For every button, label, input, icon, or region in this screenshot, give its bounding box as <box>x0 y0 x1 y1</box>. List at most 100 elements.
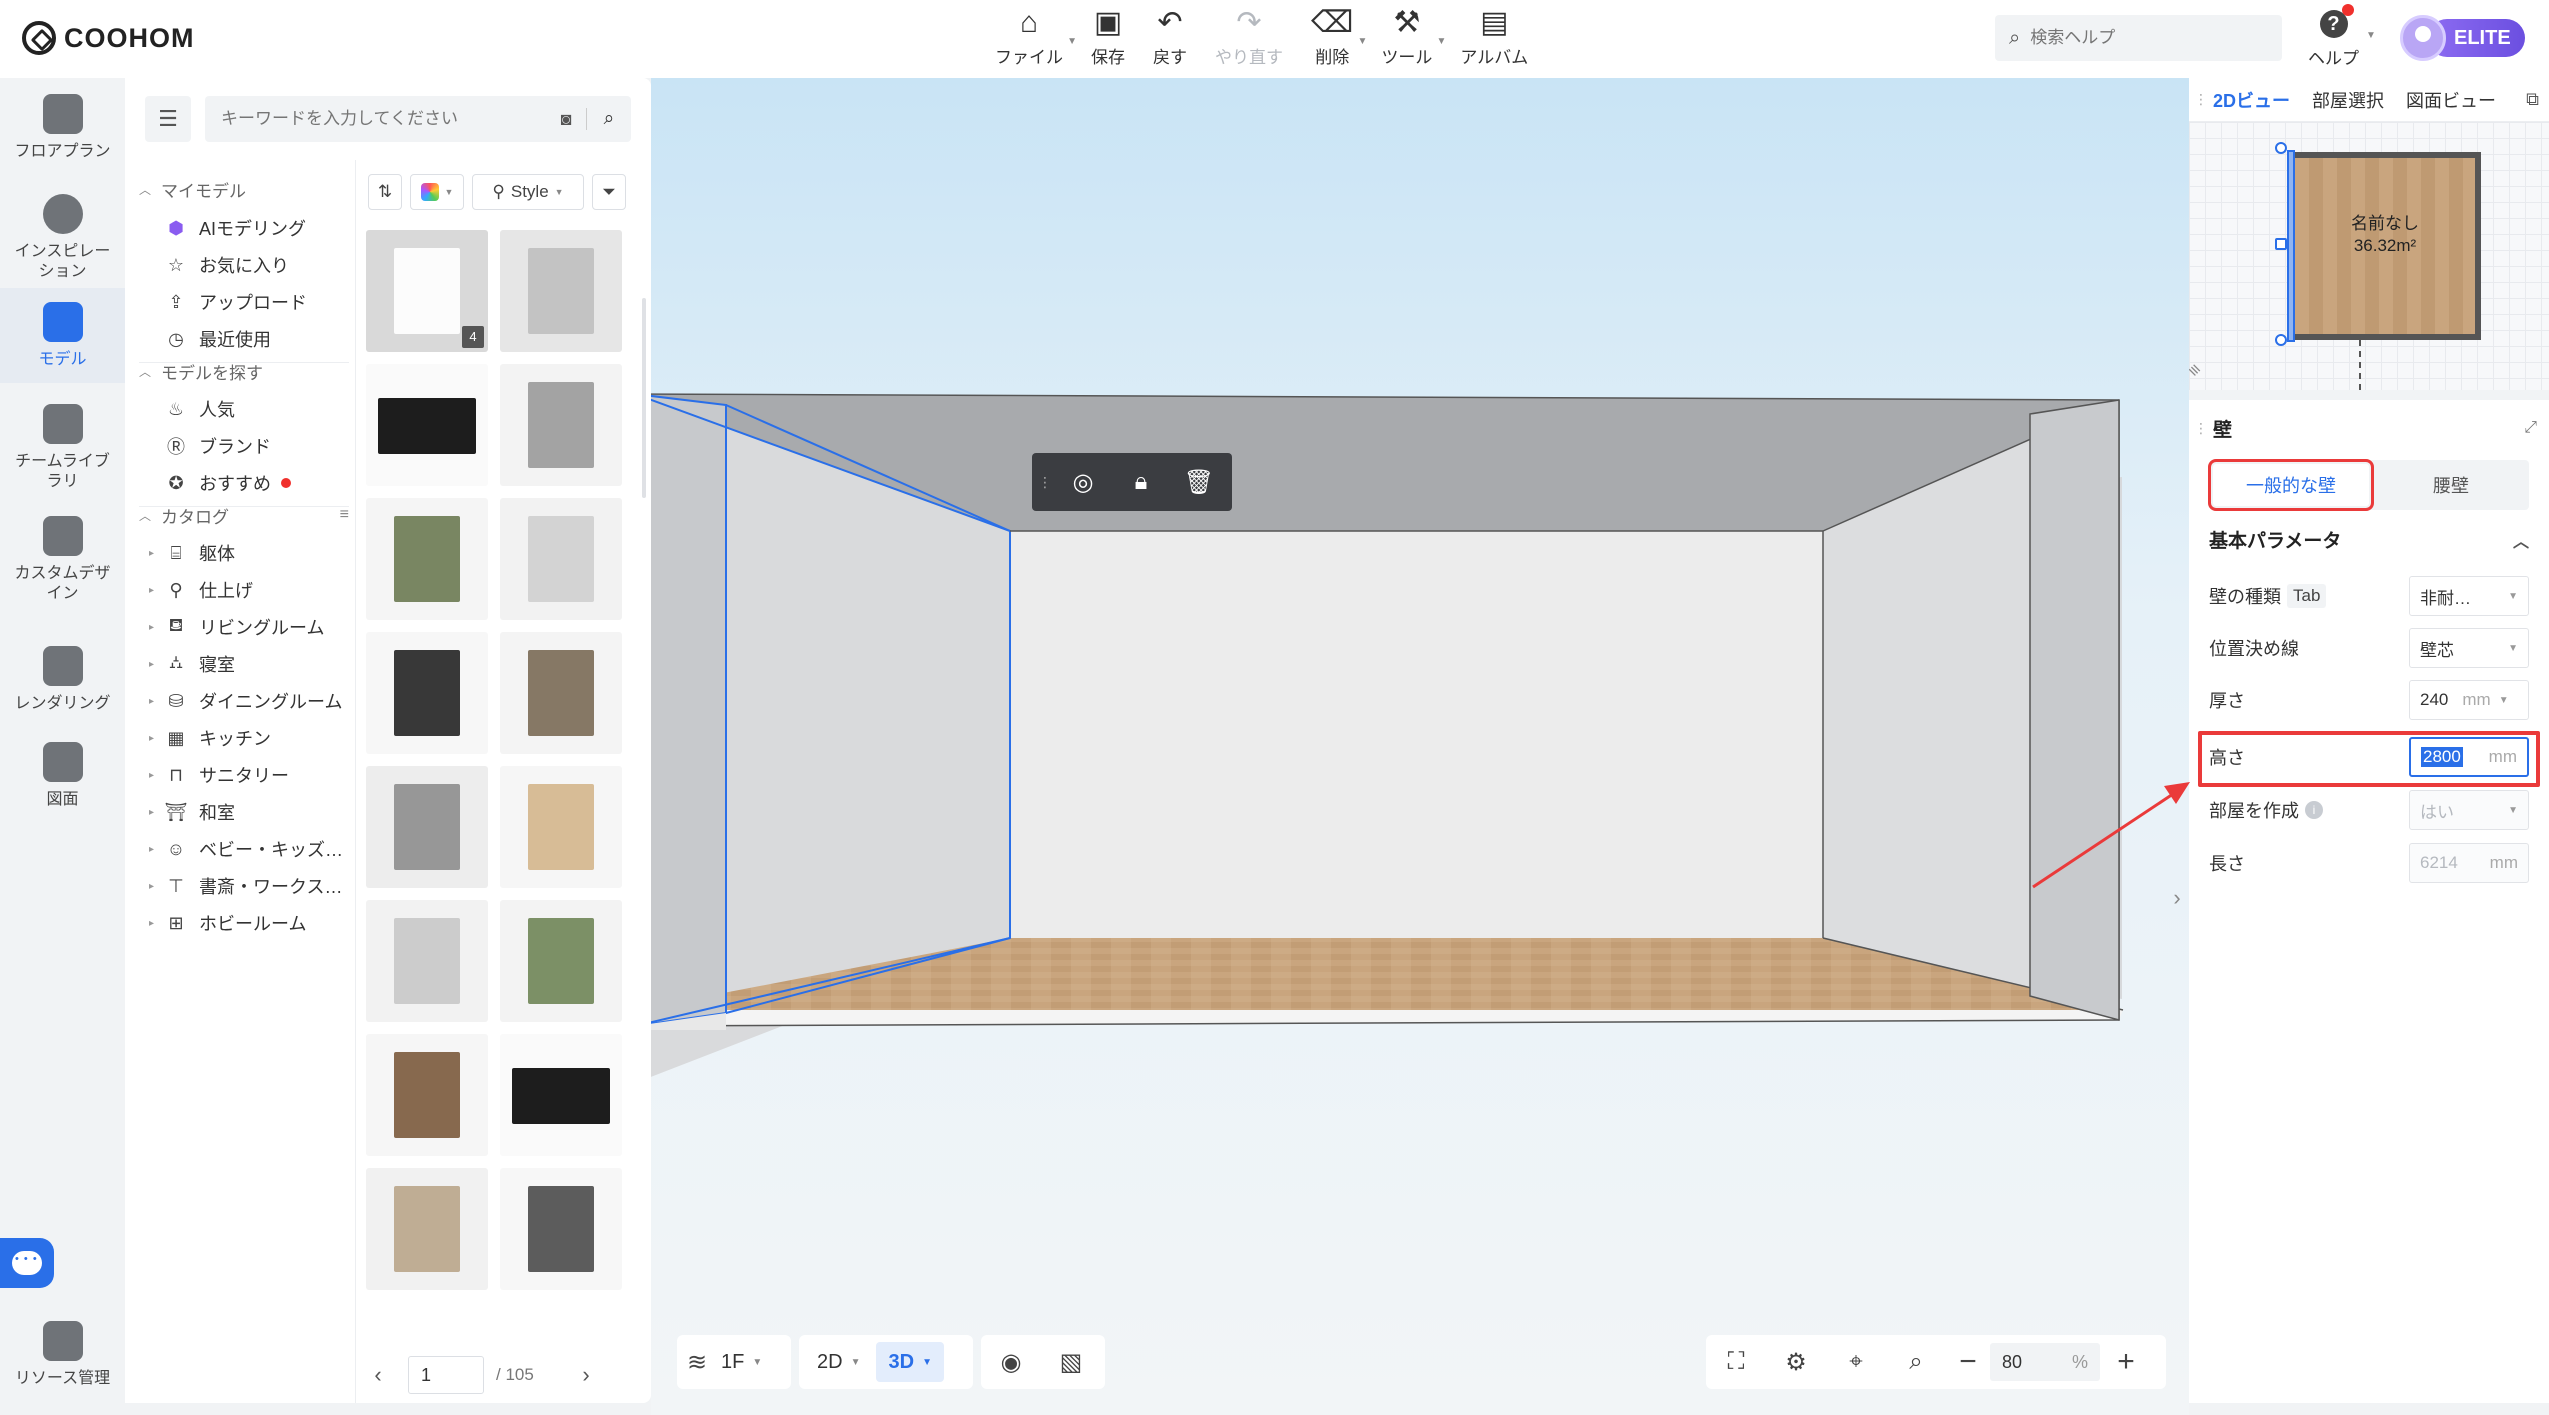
delete-button[interactable]: ⌫ 削除 ▼ <box>1311 7 1367 68</box>
segment-waist-wall[interactable]: 腰壁 <box>2373 460 2529 510</box>
chevron-down-icon[interactable]: ▼ <box>2366 30 2376 41</box>
lock-icon[interactable]: 🔒︎ <box>1112 468 1170 496</box>
save-button[interactable]: ▣ 保存 <box>1091 7 1125 68</box>
minimap-room[interactable]: 名前なし 36.32m² <box>2287 150 2481 342</box>
model-thumbnail[interactable] <box>500 1034 622 1156</box>
tree-item-kitchen[interactable]: ▸ ▦ キッチン <box>149 722 353 754</box>
tree-item-bedroom[interactable]: ▸ ⛼ 寝室 <box>149 648 353 680</box>
tree-item-ai-modeling[interactable]: ⬢ AIモデリング <box>163 212 353 244</box>
collapse-panel-button[interactable]: ☰ <box>145 96 191 142</box>
wall-endpoint-handle[interactable] <box>2275 142 2287 154</box>
model-thumbnail[interactable] <box>500 498 622 620</box>
wall-mid-handle[interactable] <box>2275 238 2287 250</box>
drag-handle-icon[interactable]: ⋮ <box>2189 420 2213 437</box>
nav-resource-management[interactable]: リソース管理 <box>0 1313 125 1408</box>
model-thumbnail[interactable]: 4 <box>366 230 488 352</box>
model-thumbnail[interactable] <box>366 632 488 754</box>
section-catalog[interactable]: ︿ カタログ ≡ <box>139 500 349 530</box>
catalog-settings-icon[interactable]: ≡ <box>340 506 349 524</box>
tree-item-recommended[interactable]: ✪ おすすめ <box>163 467 353 499</box>
avatar[interactable] <box>2400 15 2446 61</box>
sort-button[interactable]: ⇅ <box>368 174 402 210</box>
chevron-left-icon[interactable]: ‹ <box>358 1362 398 1388</box>
zoom-out-icon[interactable]: − <box>1946 1345 1990 1379</box>
room-3d-scene[interactable] <box>651 78 2189 1415</box>
model-thumbnail[interactable] <box>366 1034 488 1156</box>
expand-icon[interactable]: ⤢ <box>2524 419 2537 437</box>
wall-endpoint-handle[interactable] <box>2275 334 2287 346</box>
tree-item-recent[interactable]: ◷ 最近使用 <box>163 323 353 355</box>
nav-team-library[interactable]: チームライブラリ <box>0 396 125 506</box>
style-filter[interactable]: ⚲ Style ▼ <box>472 174 584 210</box>
camera-search-icon[interactable]: ◙ <box>546 109 586 130</box>
zoom-input[interactable]: 80 % <box>1990 1343 2100 1381</box>
selected-wall[interactable] <box>651 394 727 1026</box>
model-thumbnail[interactable] <box>366 1168 488 1290</box>
search-icon[interactable]: ⌕ <box>587 108 631 130</box>
tab-drawing-view[interactable]: 図面ビュー <box>2406 87 2496 113</box>
model-thumbnail[interactable] <box>366 766 488 888</box>
tools-button[interactable]: ⚒ ツール ▼ <box>1381 7 1446 68</box>
height-input[interactable]: 2800 mm <box>2409 737 2529 777</box>
section-my-models[interactable]: ︿ マイモデル <box>139 174 349 204</box>
tree-item-japanese-room[interactable]: ▸ ⛩ 和室 <box>149 796 353 828</box>
camera-settings-icon[interactable]: ⚙ <box>1766 1348 1826 1377</box>
thickness-input[interactable]: 240 mm ▼ <box>2409 680 2529 720</box>
cube-view-icon[interactable]: ▧ <box>1041 1348 1101 1377</box>
nav-custom-design[interactable]: カスタムデザイン <box>0 508 125 618</box>
section-find-models[interactable]: ︿ モデルを探す <box>139 356 349 386</box>
help-search[interactable]: ⌕ <box>1995 15 2282 61</box>
file-button[interactable]: ⌂ ファイル ▼ <box>995 7 1077 68</box>
scrollbar[interactable] <box>642 298 646 498</box>
trash-icon[interactable]: 🗑︎ <box>1170 468 1228 497</box>
model-thumbnail[interactable] <box>366 364 488 486</box>
tree-item-living-room[interactable]: ▸ ⛾ リビングルーム <box>149 611 353 643</box>
tree-item-favorites[interactable]: ☆ お気に入り <box>163 249 353 281</box>
nav-drawings[interactable]: 図面 <box>0 734 125 829</box>
model-thumbnail[interactable] <box>500 230 622 352</box>
tree-item-study[interactable]: ▸ ⊤ 書斎・ワークス… <box>149 870 353 902</box>
nav-model[interactable]: モデル <box>0 288 125 383</box>
3d-viewport[interactable]: ⋮ ◎ 🔒︎ 🗑︎ › ≋ 1F ▼ 2D ▼ 3D ▼ ◉ ▧ ⛶ ⚙ ⌖ ⌕ − … <box>651 78 2189 1415</box>
drag-handle-icon[interactable]: ⋮ <box>2189 91 2213 108</box>
chevron-right-icon[interactable]: › <box>566 1362 606 1388</box>
tree-item-dining-room[interactable]: ▸ ⛁ ダイニングルーム <box>149 685 353 717</box>
section-basic-params[interactable]: 基本パラメータ ︿ <box>2209 526 2529 553</box>
drag-handle-icon[interactable]: ⋮ <box>1038 474 1054 491</box>
length-input[interactable]: 6214 mm <box>2409 843 2529 883</box>
tree-item-baby-kids[interactable]: ▸ ☺ ベビー・キッズ… <box>149 833 353 865</box>
view-3d-button[interactable]: 3D ▼ <box>876 1342 944 1382</box>
coohom-logo[interactable]: COOHOM <box>22 20 195 56</box>
account-menu[interactable]: ELITE <box>2400 15 2525 61</box>
nav-rendering[interactable]: レンダリング <box>0 638 125 733</box>
model-thumbnail[interactable] <box>500 1168 622 1290</box>
tree-item-finishing[interactable]: ▸ ⚲ 仕上げ <box>149 574 353 606</box>
model-search-input[interactable] <box>205 109 546 129</box>
filter-button[interactable]: ⏷ <box>592 174 626 210</box>
undo-button[interactable]: ↶ 戻す <box>1153 7 1187 68</box>
model-thumbnail[interactable] <box>500 766 622 888</box>
tree-item-popular[interactable]: ♨ 人気 <box>163 393 353 425</box>
tree-item-hobby-room[interactable]: ▸ ⊞ ホビールーム <box>149 907 353 939</box>
tab-room-select[interactable]: 部屋選択 <box>2312 87 2384 113</box>
album-button[interactable]: ▤ アルバム <box>1460 7 1528 68</box>
help-button[interactable]: ? ヘルプ <box>2308 4 2359 69</box>
color-filter[interactable]: ▼ <box>410 174 464 210</box>
chat-button[interactable] <box>0 1238 54 1288</box>
tree-item-structure[interactable]: ▸ ⌸ 躯体 <box>149 537 353 569</box>
nav-floorplan[interactable]: フロアプラン <box>0 86 125 181</box>
tree-item-sanitary[interactable]: ▸ ⊓ サニタリー <box>149 759 353 791</box>
page-input[interactable] <box>408 1356 484 1394</box>
chevron-right-icon[interactable]: › <box>2165 878 2189 918</box>
focus-icon[interactable]: ⌖ <box>1826 1348 1886 1376</box>
help-search-input[interactable] <box>2030 28 2251 48</box>
eye-icon[interactable]: ◉ <box>981 1348 1041 1377</box>
tab-2d-view[interactable]: 2Dビュー <box>2213 87 2290 113</box>
info-icon[interactable]: i <box>2305 801 2323 819</box>
segment-general-wall[interactable]: 一般的な壁 <box>2208 459 2374 511</box>
floor-selector[interactable]: ≋ 1F ▼ <box>677 1335 791 1389</box>
back-wall[interactable] <box>1010 531 1823 938</box>
zoom-in-icon[interactable]: + <box>2100 1345 2152 1379</box>
expand-panel-icon[interactable]: ⧉ <box>2526 89 2539 110</box>
zoom-search-icon[interactable]: ⌕ <box>1886 1348 1946 1376</box>
